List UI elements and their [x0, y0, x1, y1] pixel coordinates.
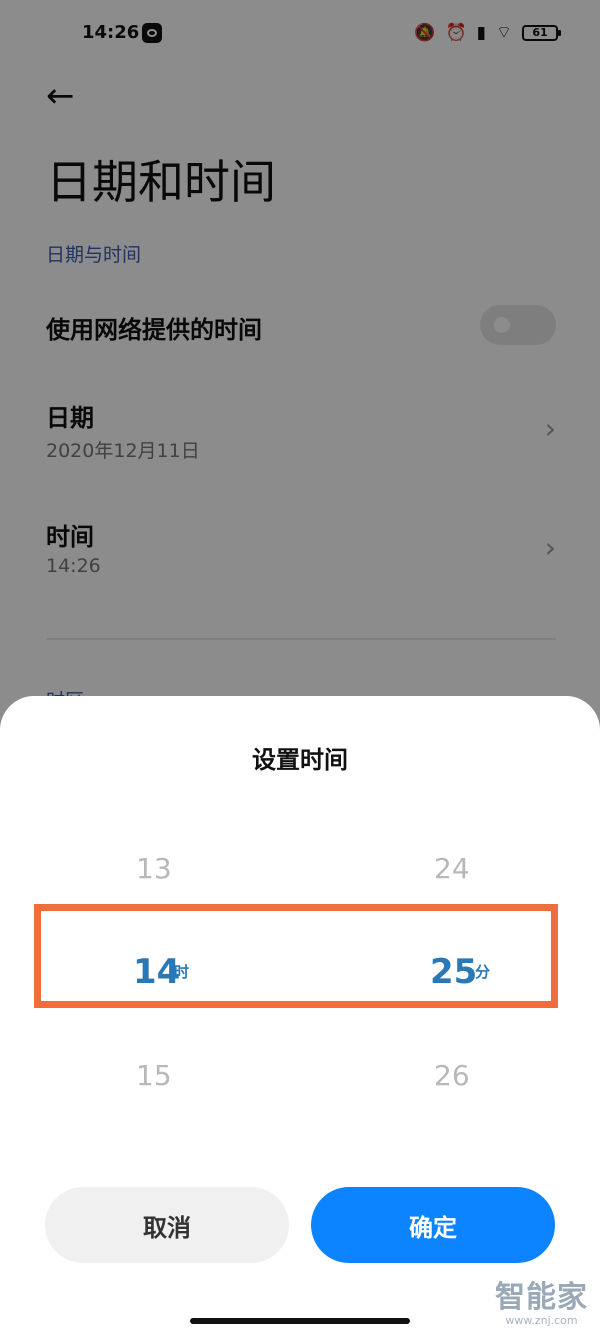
confirm-button[interactable]: 确定 [311, 1187, 555, 1263]
cancel-button[interactable]: 取消 [45, 1187, 289, 1263]
time-picker-sheet: 设置时间 13 24 14 时 25 分 15 26 取消 确定 智能家 www… [0, 696, 600, 1333]
watermark-main: 智能家 [495, 1280, 588, 1315]
hour-unit: 时 [174, 963, 190, 981]
minute-selected[interactable]: 25 [430, 952, 477, 992]
sheet-title: 设置时间 [252, 746, 348, 774]
hour-prev[interactable]: 13 [136, 852, 172, 885]
minute-unit: 分 [475, 963, 491, 981]
watermark-sub: www.znj.com [505, 1314, 578, 1327]
hour-next[interactable]: 15 [136, 1059, 172, 1092]
gesture-nav-bar[interactable] [190, 1318, 410, 1324]
minute-prev[interactable]: 24 [434, 852, 470, 885]
minute-next[interactable]: 26 [434, 1059, 470, 1092]
watermark-logo: 智能家 www.znj.com [495, 1272, 588, 1327]
selection-highlight [34, 904, 558, 1008]
